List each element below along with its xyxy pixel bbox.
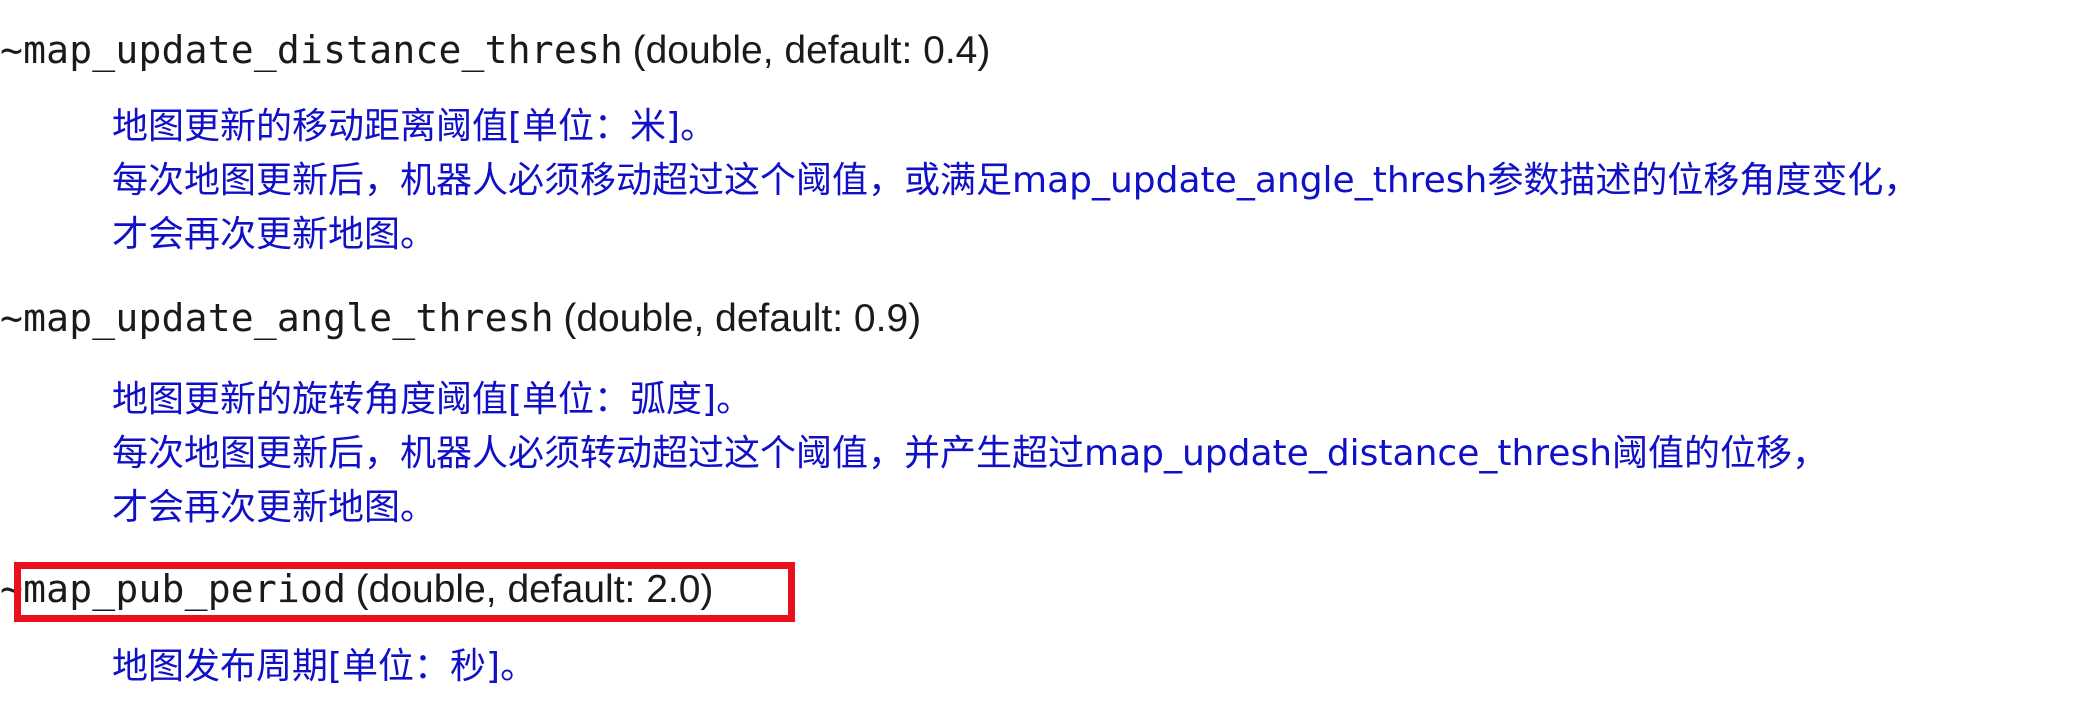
param-name: ~map_update_distance_thresh [0, 28, 624, 72]
description-line: 地图发布周期[单位：秒]。 [112, 646, 537, 687]
description-line: 每次地图更新后，机器人必须移动超过这个阈值，或满足map_update_angl… [112, 160, 1920, 201]
param-description-distance-thresh: 地图更新的移动距离阈值[单位：米]。 每次地图更新后，机器人必须移动超过这个阈值… [112, 100, 1919, 262]
description-line: 才会再次更新地图。 [112, 487, 437, 528]
highlight-box [14, 562, 795, 622]
param-type-default: (double, default: 0.4) [632, 29, 991, 72]
description-line: 地图更新的旋转角度阈值[单位：弧度]。 [112, 379, 753, 420]
param-heading-distance-thresh: ~map_update_distance_thresh (double, def… [0, 27, 990, 74]
param-type-default: (double, default: 0.9) [563, 297, 922, 340]
description-line: 才会再次更新地图。 [112, 214, 437, 255]
description-line: 地图更新的移动距离阈值[单位：米]。 [112, 106, 717, 147]
param-heading-angle-thresh: ~map_update_angle_thresh (double, defaul… [0, 295, 921, 342]
param-description-pub-period: 地图发布周期[单位：秒]。 [112, 640, 536, 694]
description-line: 每次地图更新后，机器人必须转动超过这个阈值，并产生超过map_update_di… [112, 433, 1829, 474]
param-name: ~map_update_angle_thresh [0, 296, 554, 340]
param-description-angle-thresh: 地图更新的旋转角度阈值[单位：弧度]。 每次地图更新后，机器人必须转动超过这个阈… [112, 373, 1828, 535]
